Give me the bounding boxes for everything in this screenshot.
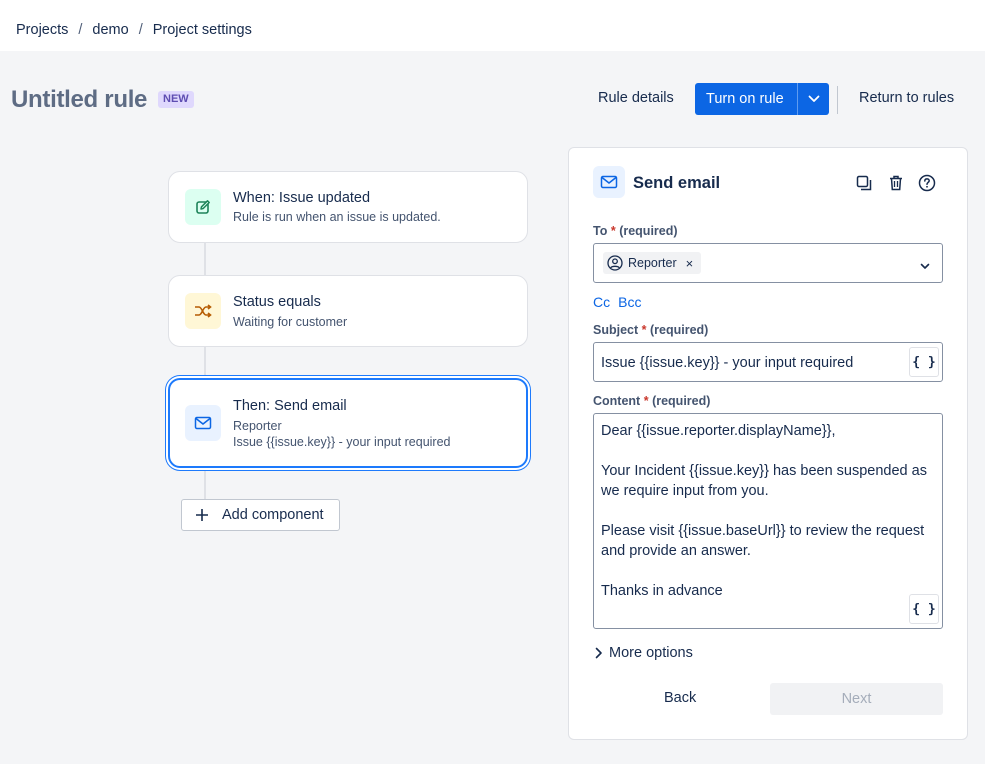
- content-textarea[interactable]: Dear {{issue.reporter.displayName}}, You…: [593, 413, 943, 629]
- trigger-title: When: Issue updated: [233, 190, 371, 206]
- new-badge: NEW: [158, 91, 194, 108]
- required-hint: (required): [652, 394, 711, 408]
- to-label: To * (required): [593, 224, 678, 238]
- send-email-panel: Send email To * (required) Reporter × Cc…: [568, 147, 968, 740]
- subject-input[interactable]: Issue {{issue.key}} - your input require…: [593, 342, 943, 382]
- required-marker: *: [641, 323, 647, 337]
- user-icon: [607, 255, 623, 271]
- trigger-card[interactable]: When: Issue updated Rule is run when an …: [168, 171, 528, 243]
- recipient-chip-label: Reporter: [628, 256, 677, 270]
- bcc-link[interactable]: Bcc: [618, 294, 641, 310]
- to-select[interactable]: Reporter ×: [593, 243, 943, 283]
- required-hint: (required): [650, 323, 709, 337]
- duplicate-icon[interactable]: [854, 173, 874, 193]
- turn-on-rule-button[interactable]: Turn on rule: [695, 83, 797, 115]
- breadcrumb-project-settings[interactable]: Project settings: [153, 22, 252, 38]
- action-card[interactable]: Then: Send email Reporter Issue {{issue.…: [168, 378, 528, 468]
- required-hint: (required): [619, 224, 678, 238]
- breadcrumb-separator: /: [78, 22, 83, 38]
- chevron-down-icon: [808, 95, 819, 102]
- back-button[interactable]: Back: [664, 690, 696, 706]
- recipient-chip: Reporter ×: [603, 252, 702, 274]
- email-icon: [185, 405, 221, 441]
- turn-on-dropdown-button[interactable]: [798, 83, 829, 115]
- chevron-down-icon[interactable]: [920, 257, 930, 275]
- return-to-rules-button[interactable]: Return to rules: [859, 90, 954, 106]
- trash-icon[interactable]: [886, 173, 906, 193]
- action-subtitle-subject: Issue {{issue.key}} - your input require…: [233, 435, 451, 449]
- condition-title: Status equals: [233, 294, 321, 310]
- to-label-text: To: [593, 224, 608, 238]
- flow-connector: [204, 468, 206, 500]
- edit-icon: [185, 189, 221, 225]
- panel-title: Send email: [633, 174, 721, 192]
- header-divider: [837, 86, 838, 114]
- breadcrumb: Projects / demo / Project settings: [16, 22, 252, 38]
- breadcrumb-projects[interactable]: Projects: [16, 22, 68, 38]
- cc-link[interactable]: Cc: [593, 294, 610, 310]
- turn-on-rule-split-button: Turn on rule: [695, 83, 829, 115]
- subject-label: Subject * (required): [593, 323, 708, 337]
- condition-subtitle: Waiting for customer: [233, 315, 348, 329]
- content-label: Content * (required): [593, 394, 710, 408]
- required-marker: *: [643, 394, 649, 408]
- condition-card[interactable]: Status equals Waiting for customer: [168, 275, 528, 347]
- add-component-button[interactable]: Add component: [181, 499, 340, 531]
- action-subtitle-recipient: Reporter: [233, 419, 282, 433]
- trigger-subtitle: Rule is run when an issue is updated.: [233, 210, 441, 224]
- rule-details-button[interactable]: Rule details: [598, 90, 674, 106]
- remove-chip-icon[interactable]: ×: [686, 256, 694, 271]
- more-options-toggle[interactable]: More options: [595, 645, 693, 661]
- flow-connector: [204, 346, 206, 378]
- help-icon[interactable]: [917, 173, 937, 193]
- content-line: Your Incident {{issue.key}} has been sus…: [601, 463, 927, 479]
- action-title: Then: Send email: [233, 398, 347, 414]
- content-line: we require input from you.: [601, 483, 769, 499]
- breadcrumb-separator: /: [138, 22, 143, 38]
- content-line: Thanks in advance: [601, 583, 723, 599]
- next-button[interactable]: Next: [770, 683, 943, 715]
- more-options-label: More options: [609, 645, 693, 661]
- plus-icon: [182, 508, 222, 522]
- content-line: Dear {{issue.reporter.displayName}},: [601, 423, 836, 439]
- shuffle-icon: [185, 293, 221, 329]
- chevron-right-icon: [595, 647, 602, 659]
- content-line: Please visit {{issue.baseUrl}} to review…: [601, 523, 925, 539]
- required-marker: *: [610, 224, 616, 238]
- breadcrumb-demo[interactable]: demo: [92, 22, 128, 38]
- smart-value-button[interactable]: { }: [909, 594, 939, 624]
- subject-label-text: Subject: [593, 323, 639, 337]
- flow-connector: [204, 242, 206, 276]
- page-title[interactable]: Untitled rule: [11, 86, 147, 114]
- email-icon: [593, 166, 625, 198]
- top-bar: Projects / demo / Project settings: [0, 0, 985, 51]
- cc-bcc-links: Cc Bcc: [593, 294, 641, 310]
- content-line: and provide an answer.: [601, 543, 751, 559]
- add-component-label: Add component: [222, 507, 324, 523]
- subject-value: Issue {{issue.key}} - your input require…: [601, 355, 854, 371]
- content-label-text: Content: [593, 394, 641, 408]
- smart-value-button[interactable]: { }: [909, 347, 939, 377]
